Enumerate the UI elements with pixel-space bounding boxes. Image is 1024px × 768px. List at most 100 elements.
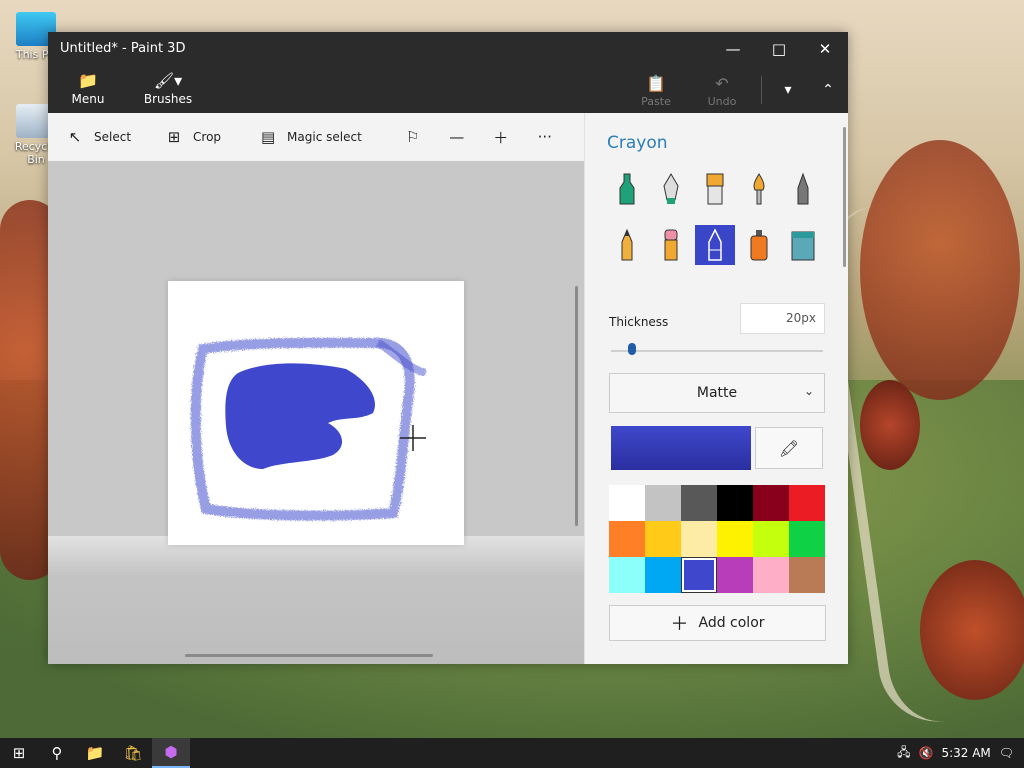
workspace[interactable] [48, 161, 584, 664]
crayon-icon [708, 228, 722, 261]
flag-button[interactable]: ⚐ [404, 128, 422, 146]
brushes-label: Brushes [143, 92, 193, 106]
palette-swatch[interactable] [645, 557, 681, 593]
start-button[interactable]: ⊞ [0, 738, 38, 768]
select-label: Select [94, 130, 132, 144]
store-icon: 🛍 [123, 744, 143, 762]
paste-button[interactable]: 📋 Paste [623, 73, 689, 108]
spray-can-icon [750, 230, 768, 261]
thickness-slider-thumb[interactable] [628, 343, 637, 355]
brush-watercolor[interactable] [739, 169, 779, 209]
close-icon: ✕ [818, 40, 832, 58]
paint3d-taskbar-button[interactable]: ⬢ [152, 738, 190, 768]
windows-icon: ⊞ [12, 744, 26, 762]
brush-eraser[interactable] [651, 225, 691, 265]
history-dropdown-button[interactable]: ▾ [768, 70, 808, 110]
add-color-button[interactable]: ＋ Add color [609, 605, 826, 641]
palette-swatch[interactable] [717, 557, 753, 593]
paste-label: Paste [641, 94, 671, 108]
collapse-toolbar-button[interactable]: ⌃ [808, 70, 848, 110]
finish-dropdown[interactable]: Matte ⌄ [609, 373, 825, 413]
palette-swatch[interactable] [753, 557, 789, 593]
undo-button[interactable]: ↶ Undo [689, 73, 755, 108]
canvas-toolbar: ↖ Select ⊞ Crop ▤ Magic select ⚐ — ＋ ··· [48, 113, 584, 161]
palette-swatch[interactable] [609, 557, 645, 593]
clock[interactable]: 5:32 AM [941, 746, 990, 760]
brush-fill[interactable] [783, 225, 823, 265]
add-color-label: Add color [698, 615, 765, 631]
magic-select-tool[interactable]: ▤ Magic select [259, 128, 362, 146]
eyedropper-icon: 🖍 [778, 438, 800, 458]
current-color-swatch[interactable] [611, 426, 751, 470]
brushes-button[interactable]: 🖌▾ Brushes [142, 70, 194, 106]
brush-icon: 🖌▾ [153, 71, 183, 90]
zoom-in-button[interactable]: ＋ [492, 127, 510, 148]
zoom-out-button[interactable]: — [448, 128, 466, 146]
search-icon: ⚲ [51, 744, 63, 762]
palette-swatch[interactable] [681, 521, 717, 557]
brush-pixel-pen[interactable] [783, 169, 823, 209]
brush-pencil[interactable] [607, 225, 647, 265]
magic-select-label: Magic select [287, 130, 362, 144]
vertical-scrollbar[interactable] [575, 286, 578, 526]
chevron-up-icon: ⌃ [822, 82, 834, 98]
paste-icon: 📋 [646, 73, 666, 93]
thickness-label: Thickness [609, 315, 669, 329]
palette-swatch[interactable] [645, 521, 681, 557]
brush-calligraphy-pen[interactable] [651, 169, 691, 209]
thickness-input[interactable]: 20px [740, 303, 825, 334]
drawing-canvas[interactable] [168, 281, 464, 545]
brush-spray-can[interactable] [739, 225, 779, 265]
menu-button[interactable]: 📁 Menu [62, 70, 114, 106]
maximize-button[interactable]: □ [756, 32, 802, 66]
search-button[interactable]: ⚲ [38, 738, 76, 768]
palette-swatch[interactable] [789, 485, 825, 521]
notifications-icon[interactable]: 🗨 [999, 746, 1014, 760]
network-icon[interactable]: 🖧 [897, 743, 910, 764]
maximize-icon: □ [771, 40, 787, 58]
palette-swatch[interactable] [681, 557, 717, 593]
taskbar: ⊞ ⚲ 📁 🛍 ⬢ 🖧 🔇 5:32 AM 🗨 [0, 738, 1024, 768]
panel-scrollbar[interactable] [843, 127, 846, 267]
palette-swatch[interactable] [609, 485, 645, 521]
file-explorer-button[interactable]: 📁 [76, 738, 114, 768]
crop-tool[interactable]: ⊞ Crop [165, 128, 221, 146]
undo-label: Undo [707, 94, 737, 108]
palette-swatch[interactable] [717, 521, 753, 557]
title-bar[interactable]: Untitled* - Paint 3D — □ ✕ 📁 Menu 🖌▾ Bru… [48, 32, 848, 113]
select-tool[interactable]: ↖ Select [66, 128, 131, 146]
cursor-icon: ↖ [68, 128, 82, 146]
store-button[interactable]: 🛍 [114, 738, 152, 768]
brush-crayon[interactable] [695, 225, 735, 265]
chevron-down-icon: ⌄ [803, 384, 814, 398]
eyedropper-button[interactable]: 🖍 [755, 427, 823, 469]
volume-muted-icon[interactable]: 🔇 [918, 746, 933, 760]
palette-swatch[interactable] [609, 521, 645, 557]
palette-swatch[interactable] [717, 485, 753, 521]
brush-marker[interactable] [607, 169, 647, 209]
pencil-icon [621, 228, 633, 261]
workspace-floor [48, 536, 584, 664]
caret-down-icon: ▾ [784, 82, 792, 98]
minimize-button[interactable]: — [710, 32, 756, 66]
palette-swatch[interactable] [753, 521, 789, 557]
watercolor-icon [753, 173, 765, 205]
close-button[interactable]: ✕ [802, 32, 848, 66]
flag-icon: ⚐ [406, 128, 420, 146]
palette-swatch[interactable] [645, 485, 681, 521]
brush-oil[interactable] [695, 169, 735, 209]
palette-swatch[interactable] [681, 485, 717, 521]
more-button[interactable]: ··· [536, 128, 554, 146]
palette-swatch[interactable] [789, 521, 825, 557]
undo-icon: ↶ [715, 73, 729, 93]
brush-panel: Crayon Thickness 20px Matte ⌄ 🖍 ＋ Add co… [584, 113, 848, 664]
paint3d-icon: ⬢ [164, 743, 178, 761]
minus-icon: — [449, 128, 465, 146]
marker-icon [619, 173, 635, 205]
thickness-slider[interactable] [611, 350, 823, 352]
horizontal-scrollbar[interactable] [185, 654, 433, 657]
palette-swatch[interactable] [789, 557, 825, 593]
fill-bucket-icon [791, 231, 815, 261]
menu-label: Menu [71, 92, 105, 106]
palette-swatch[interactable] [753, 485, 789, 521]
